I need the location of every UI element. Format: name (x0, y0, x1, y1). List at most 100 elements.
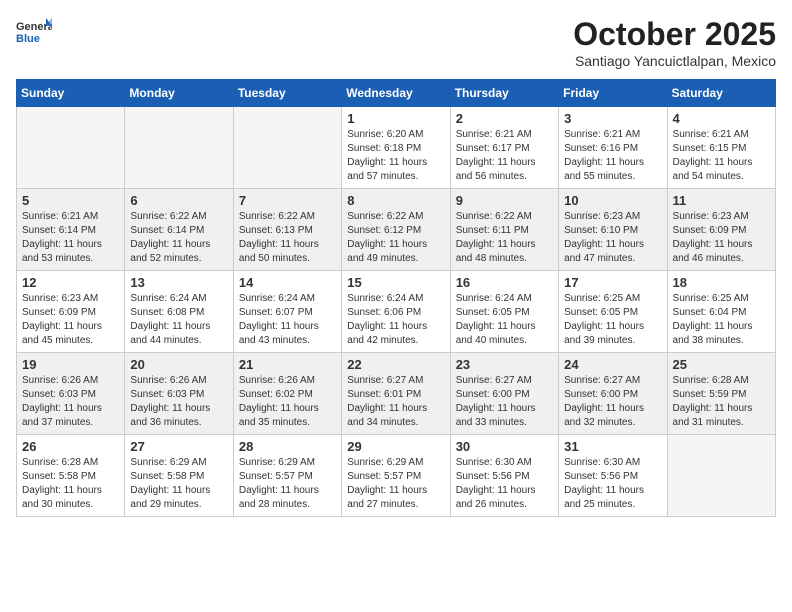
day-number: 10 (564, 193, 661, 208)
day-number: 30 (456, 439, 553, 454)
day-number: 15 (347, 275, 444, 290)
day-info: Sunrise: 6:24 AM Sunset: 6:06 PM Dayligh… (347, 292, 444, 348)
calendar-day-cell: 4 Sunrise: 6:21 AM Sunset: 6:15 PM Daylig… (667, 107, 775, 189)
day-info: Sunrise: 6:27 AM Sunset: 6:00 PM Dayligh… (564, 374, 661, 430)
month-title: October 2025 (573, 16, 776, 53)
day-info: Sunrise: 6:29 AM Sunset: 5:57 PM Dayligh… (347, 456, 444, 512)
day-number: 16 (456, 275, 553, 290)
day-info: Sunrise: 6:22 AM Sunset: 6:11 PM Dayligh… (456, 210, 553, 266)
calendar-day-cell: 2Sunrise: 6:21 AM Sunset: 6:17 PM Daylig… (450, 107, 558, 189)
day-info: Sunrise: 6:22 AM Sunset: 6:13 PM Dayligh… (239, 210, 336, 266)
day-info: Sunrise: 6:24 AM Sunset: 6:07 PM Dayligh… (239, 292, 336, 348)
calendar-week-row: 5 Sunrise: 6:21 AM Sunset: 6:14 PM Daylig… (17, 189, 776, 271)
calendar-day-cell: 21 Sunrise: 6:26 AM Sunset: 6:02 PM Dayli… (233, 353, 341, 435)
day-info: Sunrise: 6:24 AM Sunset: 6:08 PM Dayligh… (130, 292, 227, 348)
weekday-header-wednesday: Wednesday (342, 80, 450, 107)
day-info: Sunrise: 6:21 AM Sunset: 6:16 PM Dayligh… (564, 128, 661, 184)
day-number: 14 (239, 275, 336, 290)
day-number: 9 (456, 193, 553, 208)
calendar-day-cell: 23 Sunrise: 6:27 AM Sunset: 6:00 PM Dayli… (450, 353, 558, 435)
calendar-day-cell (17, 107, 125, 189)
day-info: Sunrise: 6:26 AM Sunset: 6:02 PM Dayligh… (239, 374, 336, 430)
calendar-day-cell (233, 107, 341, 189)
calendar-day-cell: 30 Sunrise: 6:30 AM Sunset: 5:56 PM Dayli… (450, 435, 558, 517)
calendar-table: SundayMondayTuesdayWednesdayThursdayFrid… (16, 79, 776, 517)
day-number: 11 (673, 193, 770, 208)
calendar-day-cell: 17 Sunrise: 6:25 AM Sunset: 6:05 PM Dayli… (559, 271, 667, 353)
calendar-day-cell: 15 Sunrise: 6:24 AM Sunset: 6:06 PM Dayli… (342, 271, 450, 353)
day-info: Sunrise: 6:26 AM Sunset: 6:03 PM Dayligh… (22, 374, 119, 430)
day-number: 22 (347, 357, 444, 372)
day-info: Sunrise: 6:29 AM Sunset: 5:58 PM Dayligh… (130, 456, 227, 512)
calendar-week-row: 1 Sunrise: 6:20 AM Sunset: 6:18 PM Daylig… (17, 107, 776, 189)
weekday-header-saturday: Saturday (667, 80, 775, 107)
day-number: 28 (239, 439, 336, 454)
day-number: 31 (564, 439, 661, 454)
calendar-day-cell: 29Sunrise: 6:29 AM Sunset: 5:57 PM Dayli… (342, 435, 450, 517)
calendar-day-cell: 16Sunrise: 6:24 AM Sunset: 6:05 PM Dayli… (450, 271, 558, 353)
day-info: Sunrise: 6:30 AM Sunset: 5:56 PM Dayligh… (456, 456, 553, 512)
day-number: 1 (347, 111, 444, 126)
calendar-day-cell: 8 Sunrise: 6:22 AM Sunset: 6:12 PM Daylig… (342, 189, 450, 271)
calendar-day-cell: 27Sunrise: 6:29 AM Sunset: 5:58 PM Dayli… (125, 435, 233, 517)
calendar-day-cell: 25 Sunrise: 6:28 AM Sunset: 5:59 PM Dayli… (667, 353, 775, 435)
day-number: 7 (239, 193, 336, 208)
calendar-day-cell: 26 Sunrise: 6:28 AM Sunset: 5:58 PM Dayli… (17, 435, 125, 517)
calendar-day-cell: 1 Sunrise: 6:20 AM Sunset: 6:18 PM Daylig… (342, 107, 450, 189)
weekday-header-thursday: Thursday (450, 80, 558, 107)
weekday-header-tuesday: Tuesday (233, 80, 341, 107)
calendar-day-cell: 10 Sunrise: 6:23 AM Sunset: 6:10 PM Dayli… (559, 189, 667, 271)
day-info: Sunrise: 6:26 AM Sunset: 6:03 PM Dayligh… (130, 374, 227, 430)
day-info: Sunrise: 6:22 AM Sunset: 6:12 PM Dayligh… (347, 210, 444, 266)
day-number: 23 (456, 357, 553, 372)
day-number: 5 (22, 193, 119, 208)
day-number: 24 (564, 357, 661, 372)
calendar-day-cell: 9 Sunrise: 6:22 AM Sunset: 6:11 PM Daylig… (450, 189, 558, 271)
day-info: Sunrise: 6:23 AM Sunset: 6:10 PM Dayligh… (564, 210, 661, 266)
day-number: 21 (239, 357, 336, 372)
day-info: Sunrise: 6:21 AM Sunset: 6:15 PM Dayligh… (673, 128, 770, 184)
day-number: 6 (130, 193, 227, 208)
day-info: Sunrise: 6:29 AM Sunset: 5:57 PM Dayligh… (239, 456, 336, 512)
weekday-header-monday: Monday (125, 80, 233, 107)
day-number: 8 (347, 193, 444, 208)
calendar-day-cell: 31 Sunrise: 6:30 AM Sunset: 5:56 PM Dayli… (559, 435, 667, 517)
calendar-day-cell: 5 Sunrise: 6:21 AM Sunset: 6:14 PM Daylig… (17, 189, 125, 271)
calendar-day-cell: 22 Sunrise: 6:27 AM Sunset: 6:01 PM Dayli… (342, 353, 450, 435)
day-number: 20 (130, 357, 227, 372)
svg-text:Blue: Blue (16, 33, 40, 45)
calendar-day-cell: 13 Sunrise: 6:24 AM Sunset: 6:08 PM Dayli… (125, 271, 233, 353)
day-info: Sunrise: 6:23 AM Sunset: 6:09 PM Dayligh… (673, 210, 770, 266)
calendar-day-cell: 28 Sunrise: 6:29 AM Sunset: 5:57 PM Dayli… (233, 435, 341, 517)
calendar-day-cell: 24 Sunrise: 6:27 AM Sunset: 6:00 PM Dayli… (559, 353, 667, 435)
calendar-day-cell: 18Sunrise: 6:25 AM Sunset: 6:04 PM Dayli… (667, 271, 775, 353)
day-info: Sunrise: 6:25 AM Sunset: 6:05 PM Dayligh… (564, 292, 661, 348)
calendar-day-cell: 19 Sunrise: 6:26 AM Sunset: 6:03 PM Dayli… (17, 353, 125, 435)
day-number: 4 (673, 111, 770, 126)
day-info: Sunrise: 6:28 AM Sunset: 5:59 PM Dayligh… (673, 374, 770, 430)
day-info: Sunrise: 6:27 AM Sunset: 6:01 PM Dayligh… (347, 374, 444, 430)
day-info: Sunrise: 6:21 AM Sunset: 6:14 PM Dayligh… (22, 210, 119, 266)
day-number: 18 (673, 275, 770, 290)
day-number: 3 (564, 111, 661, 126)
calendar-day-cell (125, 107, 233, 189)
day-number: 19 (22, 357, 119, 372)
day-info: Sunrise: 6:30 AM Sunset: 5:56 PM Dayligh… (564, 456, 661, 512)
calendar-day-cell: 20 Sunrise: 6:26 AM Sunset: 6:03 PM Dayli… (125, 353, 233, 435)
day-number: 17 (564, 275, 661, 290)
day-info: Sunrise: 6:20 AM Sunset: 6:18 PM Dayligh… (347, 128, 444, 184)
location: Santiago Yancuictlalpan, Mexico (573, 53, 776, 69)
page-header: General Blue October 2025 Santiago Yancu… (16, 16, 776, 69)
logo-icon: General Blue (16, 16, 52, 46)
calendar-day-cell: 12Sunrise: 6:23 AM Sunset: 6:09 PM Dayli… (17, 271, 125, 353)
day-info: Sunrise: 6:28 AM Sunset: 5:58 PM Dayligh… (22, 456, 119, 512)
weekday-header-friday: Friday (559, 80, 667, 107)
day-number: 26 (22, 439, 119, 454)
day-number: 2 (456, 111, 553, 126)
title-area: October 2025 Santiago Yancuictlalpan, Me… (573, 16, 776, 69)
day-info: Sunrise: 6:27 AM Sunset: 6:00 PM Dayligh… (456, 374, 553, 430)
day-number: 13 (130, 275, 227, 290)
day-number: 25 (673, 357, 770, 372)
calendar-day-cell: 7 Sunrise: 6:22 AM Sunset: 6:13 PM Daylig… (233, 189, 341, 271)
day-number: 12 (22, 275, 119, 290)
